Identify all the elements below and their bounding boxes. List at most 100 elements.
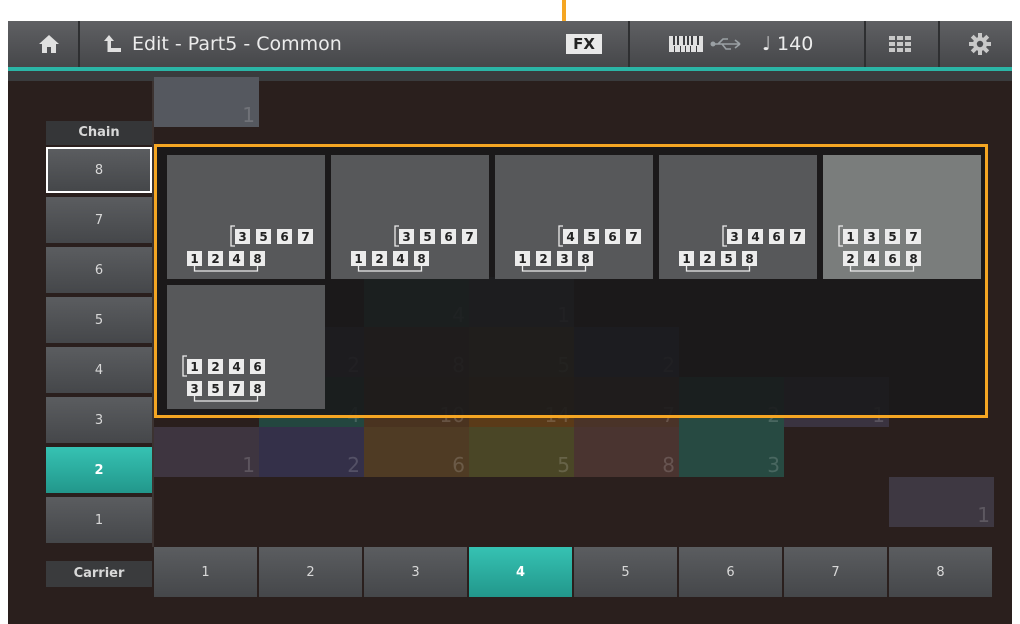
- operator-number: 4: [867, 252, 875, 266]
- operator-number: 3: [402, 230, 410, 244]
- keyboard-icon: [668, 21, 704, 67]
- operator-number: 4: [566, 230, 574, 244]
- operator-number: 5: [259, 230, 267, 244]
- algorithm-diagram: 3 5 6 7 1 2 4 8: [351, 225, 477, 272]
- page-title: Edit - Part5 - Common: [132, 33, 342, 55]
- operator-number: 8: [745, 252, 753, 266]
- matrix-cell: 3: [679, 427, 784, 477]
- operator-number: 4: [232, 360, 240, 374]
- back-arrow-icon[interactable]: [100, 21, 126, 67]
- operator-number: 4: [751, 230, 759, 244]
- operator-number: 3: [730, 230, 738, 244]
- algorithm-option-3[interactable]: 4567 1238: [495, 155, 653, 279]
- carrier-button-4[interactable]: 4: [469, 547, 572, 597]
- operator-number: 6: [888, 252, 896, 266]
- operator-number: 2: [846, 252, 854, 266]
- operator-number: 4: [396, 252, 404, 266]
- operator-number: 2: [211, 360, 219, 374]
- home-icon[interactable]: [34, 21, 64, 67]
- operator-number: 6: [772, 230, 780, 244]
- feedback-bracket: [838, 225, 843, 247]
- carrier-label: Carrier: [46, 561, 152, 587]
- carrier-button-3[interactable]: 3: [364, 547, 467, 597]
- feedback-bracket: [558, 225, 563, 247]
- matrix-cell: 1: [889, 477, 994, 527]
- operator-number: 3: [238, 230, 246, 244]
- algorithm-option-6[interactable]: 1246 3578: [167, 285, 325, 409]
- carrier-button-6[interactable]: 6: [679, 547, 782, 597]
- operator-number: 1: [190, 252, 198, 266]
- algorithm-diagram: 1 2 4 6 3 5 7 8: [182, 355, 265, 402]
- matrix-cell: 1: [154, 427, 259, 477]
- fx-indicator[interactable]: FX: [566, 34, 602, 54]
- chain-button-5[interactable]: 5: [46, 297, 152, 343]
- connector-line: [685, 266, 751, 272]
- operator-number: 5: [888, 230, 896, 244]
- connector-line: [193, 266, 259, 272]
- matrix-cell: 1: [154, 77, 259, 127]
- operator-number: 1: [354, 252, 362, 266]
- chain-button-6[interactable]: 6: [46, 247, 152, 293]
- matrix-cell: 5: [469, 427, 574, 477]
- operator-number: 5: [724, 252, 732, 266]
- operator-number: 8: [909, 252, 917, 266]
- operator-number: 7: [465, 230, 473, 244]
- operator-number: 3: [867, 230, 875, 244]
- tempo-value: 140: [777, 33, 814, 55]
- operator-number: 1: [682, 252, 690, 266]
- operator-number: 6: [444, 230, 452, 244]
- connector-line: [357, 266, 423, 272]
- carrier-button-5[interactable]: 5: [574, 547, 677, 597]
- operator-number: 7: [301, 230, 309, 244]
- algorithm-diagram: 3 5 6 7 1 2 4 8: [187, 225, 313, 272]
- algorithm-option-1[interactable]: 3567 1248: [167, 155, 325, 279]
- algorithm-option-5[interactable]: 1357 2468: [823, 155, 981, 279]
- operator-number: 3: [560, 252, 568, 266]
- header-bar: Edit - Part5 - Common FX ♩ 140: [8, 21, 1012, 67]
- operator-number: 2: [539, 252, 547, 266]
- operator-number: 6: [608, 230, 616, 244]
- operator-number: 7: [232, 382, 240, 396]
- feedback-bracket: [230, 225, 235, 247]
- chain-label: Chain: [46, 121, 152, 145]
- feedback-bracket: [722, 225, 727, 247]
- chain-button-8[interactable]: 8: [46, 147, 152, 193]
- operator-number: 4: [232, 252, 240, 266]
- operator-number: 8: [581, 252, 589, 266]
- matrix-cell: 2: [259, 427, 364, 477]
- carrier-button-8[interactable]: 8: [889, 547, 992, 597]
- matrix-cell: 8: [574, 427, 679, 477]
- tempo-display[interactable]: ♩ 140: [762, 21, 813, 67]
- operator-number: 7: [909, 230, 917, 244]
- chain-button-7[interactable]: 7: [46, 197, 152, 243]
- feedback-bracket: [394, 225, 399, 247]
- carrier-button-7[interactable]: 7: [784, 547, 887, 597]
- operator-number: 3: [190, 382, 198, 396]
- operator-number: 1: [190, 360, 198, 374]
- operator-number: 2: [375, 252, 383, 266]
- algorithm-diagram: 1 3 5 7 2 4 6 8: [838, 225, 921, 272]
- algorithm-diagram: 4 5 6 7 1 2 3 8: [515, 225, 641, 272]
- chain-button-2[interactable]: 2: [46, 447, 152, 493]
- algorithm-option-2[interactable]: 3567 1248: [331, 155, 489, 279]
- algorithm-option-4[interactable]: 3467 1258: [659, 155, 817, 279]
- carrier-button-2[interactable]: 2: [259, 547, 362, 597]
- operator-number: 2: [703, 252, 711, 266]
- gear-icon[interactable]: [968, 21, 992, 67]
- operator-number: 5: [423, 230, 431, 244]
- chain-button-1[interactable]: 1: [46, 497, 152, 543]
- carrier-button-1[interactable]: 1: [154, 547, 257, 597]
- algorithm-selector-popup: 3567124835671248456712383467125813572468…: [154, 144, 988, 418]
- algorithm-diagram: 3 4 6 7 1 2 5 8: [679, 225, 805, 272]
- chain-button-3[interactable]: 3: [46, 397, 152, 443]
- operator-number: 5: [211, 382, 219, 396]
- operator-number: 7: [793, 230, 801, 244]
- operator-number: 2: [211, 252, 219, 266]
- usb-icon: [708, 21, 746, 67]
- operator-number: 8: [253, 252, 261, 266]
- operator-number: 6: [280, 230, 288, 244]
- grid-menu-icon[interactable]: [888, 21, 912, 67]
- operator-number: 8: [417, 252, 425, 266]
- chain-button-4[interactable]: 4: [46, 347, 152, 393]
- connector-line: [521, 266, 587, 272]
